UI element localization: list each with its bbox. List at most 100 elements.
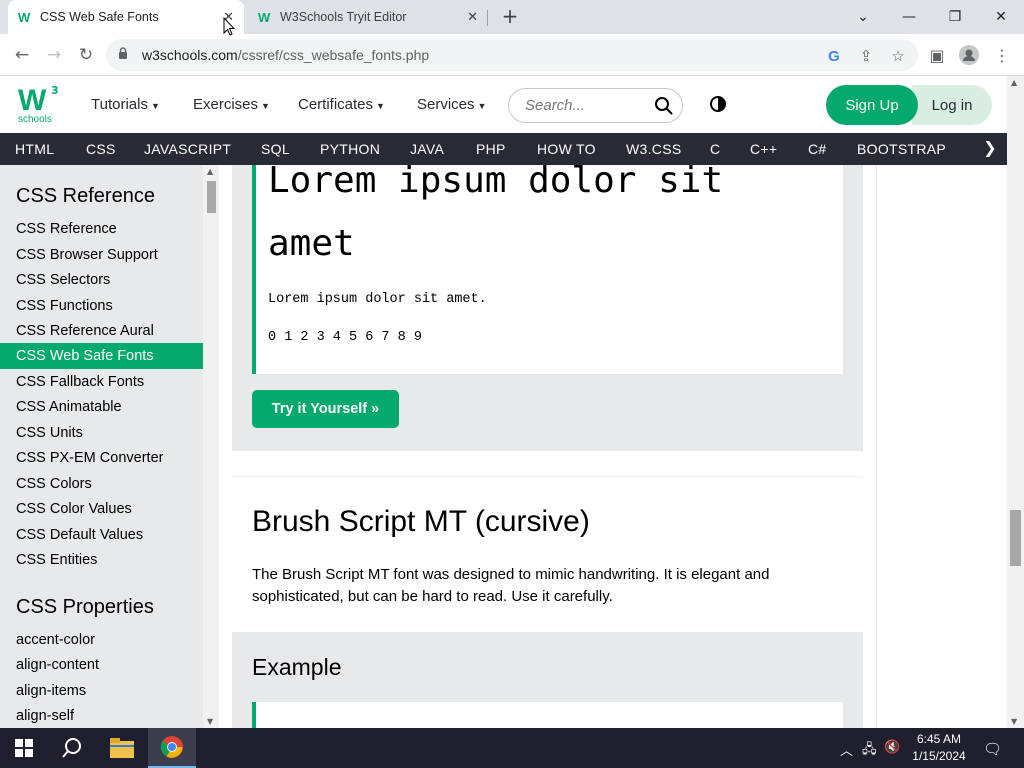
clock[interactable]: 6:45 AM 1/15/2024 [908,731,970,765]
sidebar-item[interactable]: CSS Selectors [0,269,203,291]
close-tab-icon[interactable]: ✕ [467,9,478,25]
menu-label: Exercises [193,96,259,113]
search-icon[interactable] [48,728,96,768]
subject-sql[interactable]: SQL [261,141,290,157]
search-placeholder: Search... [525,97,586,114]
address-bar[interactable]: w3schools.com/cssref/css_websafe_fonts.p… [106,39,918,71]
page-scroll-thumb[interactable] [1010,510,1021,566]
scroll-up-arrow-icon[interactable]: ▲ [207,167,213,176]
tab-css-web-safe-fonts[interactable]: W CSS Web Safe Fonts ✕ [8,0,244,34]
reload-icon[interactable]: ↻ [73,42,99,68]
subject-w3css[interactable]: W3.CSS [626,141,681,157]
clock-date: 1/15/2024 [912,749,966,763]
url-text: w3schools.com/cssref/css_websafe_fonts.p… [142,47,429,63]
sidebar-item[interactable]: CSS PX-EM Converter [0,447,203,469]
windows-taskbar: ︿ 🖧 🔇 6:45 AM 1/15/2024 🗨 [0,728,1024,768]
subject-bootstrap[interactable]: BOOTSTRAP [857,141,946,157]
tray-chevron-up-icon[interactable]: ︿ [840,740,853,759]
windows-start-icon[interactable] [0,728,48,768]
sidebar-scrollbar[interactable]: ▲ ▼ [203,165,219,728]
file-explorer-icon[interactable] [98,728,146,768]
sidebar-heading-properties: CSS Properties [16,596,154,618]
network-icon[interactable]: 🖧 [862,740,877,762]
share-icon[interactable]: ⇪ [855,45,877,67]
menu-certificates[interactable]: Certificates ▼ [298,96,385,113]
bookmark-star-icon[interactable]: ☆ [887,45,909,67]
section-heading: Brush Script MT (cursive) [252,505,590,538]
tab-tryit-editor[interactable]: W W3Schools Tryit Editor ✕ [248,0,488,34]
sidebar-item[interactable]: CSS Reference [0,218,203,240]
sidebar-item-active[interactable]: CSS Web Safe Fonts [0,343,203,369]
notification-icon[interactable]: 🗨 [983,740,1002,758]
restore-icon[interactable]: ❐ [932,0,978,34]
subject-python[interactable]: PYTHON [320,141,380,157]
sidebar-item[interactable]: align-items [0,680,203,702]
search-icon[interactable] [654,96,674,116]
subject-nav-bar: HTML CSS JAVASCRIPT SQL PYTHON JAVA PHP … [0,133,1007,165]
sidebar-item[interactable]: CSS Entities [0,549,203,571]
sidebar: CSS Reference CSS Reference CSS Browser … [0,165,203,728]
example-title: Example [252,654,342,680]
sidebar-item[interactable]: CSS Fallback Fonts [0,371,203,393]
forward-arrow-icon[interactable]: → [41,42,67,68]
subject-html[interactable]: HTML [15,141,54,157]
dark-mode-toggle-icon[interactable] [710,96,726,112]
volume-muted-icon[interactable]: 🔇 [884,740,900,755]
chrome-icon[interactable] [148,728,196,768]
browser-toolbar: ← → ↻ w3schools.com/cssref/css_websafe_f… [0,34,1024,76]
google-translate-icon[interactable]: G [823,45,845,67]
browser-menu-icon[interactable]: ⋮ [990,43,1014,67]
sidebar-item[interactable]: CSS Browser Support [0,244,203,266]
subject-css[interactable]: CSS [86,141,116,157]
side-panel-icon[interactable]: ▣ [925,43,949,67]
subject-cpp[interactable]: C++ [750,141,777,157]
section-paragraph: The Brush Script MT font was designed to… [252,566,770,605]
profile-avatar-icon[interactable] [957,43,981,67]
divider [232,476,863,477]
sidebar-item[interactable]: CSS Functions [0,295,203,317]
menu-tutorials[interactable]: Tutorials ▼ [91,96,160,113]
sidebar-item[interactable]: align-content [0,654,203,676]
new-tab-plus-icon[interactable]: + [498,4,522,28]
close-window-icon[interactable]: ✕ [978,0,1024,34]
subject-java[interactable]: JAVA [410,141,444,157]
sidebar-scroll-thumb[interactable] [207,181,216,213]
login-button[interactable]: Log in [912,85,992,125]
caret-down-icon: ▼ [376,101,385,111]
chevron-right-icon[interactable]: ❯ [976,138,1004,160]
logo-mark: W [18,84,46,117]
sidebar-item[interactable]: CSS Color Values [0,498,203,520]
back-arrow-icon[interactable]: ← [9,42,35,68]
minimize-icon[interactable]: — [886,0,932,34]
url-host: w3schools.com [142,47,238,63]
scroll-down-arrow-icon[interactable]: ▼ [1011,717,1017,726]
subject-c[interactable]: C [710,141,720,157]
sidebar-item[interactable]: CSS Colors [0,473,203,495]
subject-javascript[interactable]: JAVASCRIPT [144,141,231,157]
logo-subtext: schools [18,114,52,125]
menu-exercises[interactable]: Exercises ▼ [193,96,270,113]
sidebar-item[interactable]: accent-color [0,629,203,651]
subject-csharp[interactable]: C# [808,141,827,157]
sidebar-heading-reference: CSS Reference [16,185,155,207]
scroll-up-arrow-icon[interactable]: ▲ [1011,78,1017,87]
subject-howto[interactable]: HOW TO [537,141,596,157]
menu-label: Certificates [298,96,374,113]
sidebar-item[interactable]: CSS Default Values [0,524,203,546]
tab-search-chevron-icon[interactable]: ⌄ [840,0,886,34]
menu-services[interactable]: Services ▼ [417,96,486,113]
subject-php[interactable]: PHP [476,141,506,157]
lorem-large-line-1: Lorem ipsum dolor sit [268,165,724,201]
sidebar-item[interactable]: CSS Reference Aural [0,320,203,342]
tab-title: CSS Web Safe Fonts [40,10,159,24]
search-input[interactable]: Search... [508,88,683,123]
sidebar-item[interactable]: CSS Units [0,422,203,444]
scroll-down-arrow-icon[interactable]: ▼ [207,717,213,726]
sidebar-item[interactable]: align-self [0,705,203,727]
page-scrollbar[interactable]: ▲ ▼ [1007,76,1024,728]
w3schools-logo[interactable]: W 3 schools [18,84,60,126]
sidebar-item[interactable]: CSS Animatable [0,396,203,418]
site-header: W 3 schools Tutorials ▼ Exercises ▼ Certif… [0,76,1024,133]
try-it-yourself-button[interactable]: Try it Yourself » [252,390,399,428]
signup-button[interactable]: Sign Up [826,85,918,125]
